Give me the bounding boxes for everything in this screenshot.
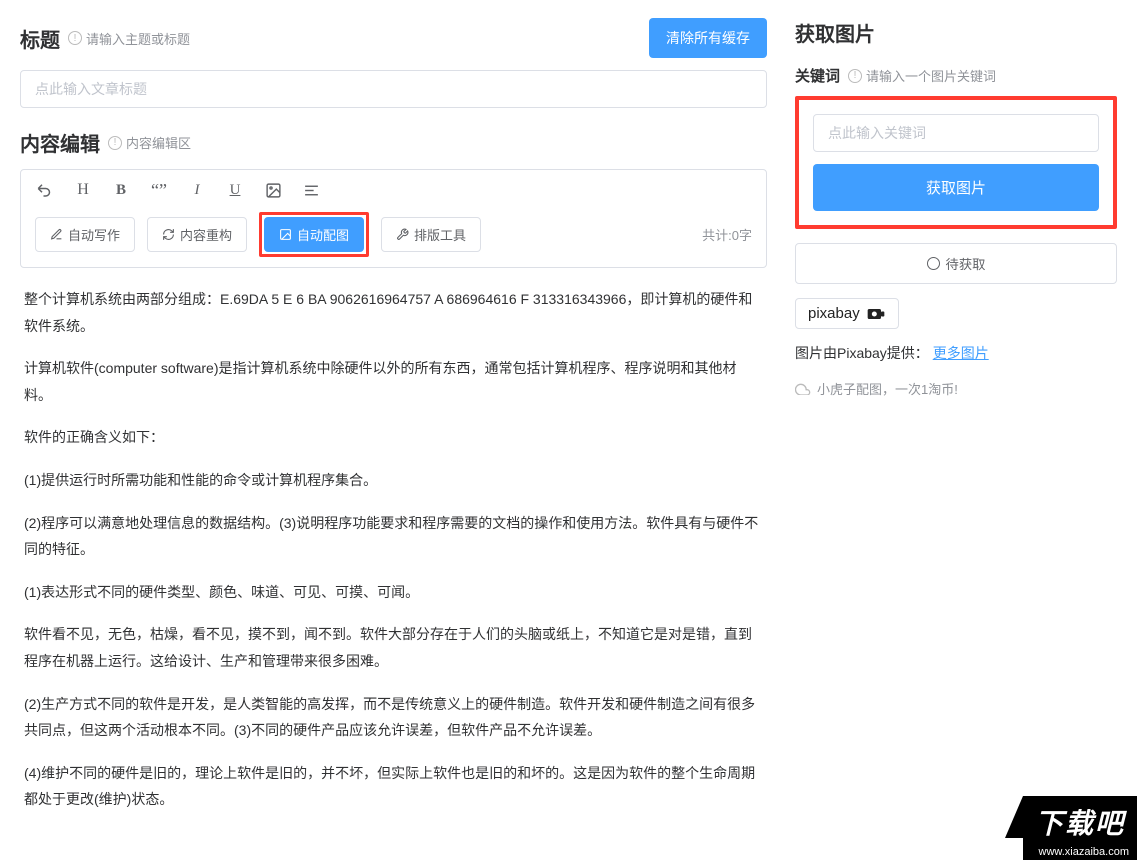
auto-image-button[interactable]: 自动配图 [264, 217, 364, 252]
restructure-button[interactable]: 内容重构 [147, 217, 247, 252]
bold-icon[interactable]: B [111, 180, 131, 200]
undo-icon[interactable] [35, 180, 55, 200]
editor-body[interactable]: 整个计算机系统由两部分组成：E.69DA 5 E 6 BA 9062616964… [20, 268, 767, 847]
align-icon[interactable] [301, 180, 321, 200]
fetch-image-button[interactable]: 获取图片 [813, 164, 1099, 211]
heading-icon[interactable]: H [73, 180, 93, 200]
info-icon: ! [848, 69, 862, 83]
layout-tool-button[interactable]: 排版工具 [381, 217, 481, 252]
credit-line: 图片由Pixabay提供： 更多图片 [795, 343, 1117, 363]
keyword-highlight-box: 获取图片 [795, 96, 1117, 229]
keyword-hint: 请输入一个图片关键词 [866, 66, 996, 85]
quote-icon[interactable]: “” [149, 180, 169, 200]
italic-icon[interactable]: I [187, 180, 207, 200]
editor-toolbar: H B “” I U 自动写作 内容重构 [20, 169, 767, 268]
keyword-label-row: 关键词 ! 请输入一个图片关键词 [795, 65, 1117, 86]
word-count: 共计:0字 [702, 225, 752, 244]
camera-icon [866, 307, 886, 321]
sidebar-title: 获取图片 [795, 18, 1117, 47]
underline-icon[interactable]: U [225, 180, 245, 200]
keyword-label: 关键词 [795, 65, 840, 86]
paragraph: (2)程序可以满意地处理信息的数据结构。(3)说明程序功能要求和程序需要的文档的… [24, 510, 763, 563]
clear-cache-button[interactable]: 清除所有缓存 [649, 18, 767, 58]
article-title-input[interactable] [20, 70, 767, 108]
circle-icon [927, 257, 940, 270]
content-section-header: 内容编辑 ! 内容编辑区 [20, 128, 767, 157]
content-hint: 内容编辑区 [126, 133, 191, 152]
title-section-header: 标题 ! 请输入主题或标题 [20, 24, 190, 53]
title-label: 标题 [20, 24, 60, 53]
info-icon: ! [108, 136, 122, 150]
title-hint: 请输入主题或标题 [86, 29, 190, 48]
footer-note: 小虎子配图，一次1淘币! [795, 379, 1117, 398]
auto-write-button[interactable]: 自动写作 [35, 217, 135, 252]
paragraph: (1)表达形式不同的硬件类型、颜色、味道、可见、可摸、可闻。 [24, 579, 763, 606]
paragraph: 软件的正确含义如下： [24, 424, 763, 451]
paragraph: 软件看不见，无色，枯燥，看不见，摸不到，闻不到。软件大部分存在于人们的头脑或纸上… [24, 621, 763, 674]
info-icon: ! [68, 31, 82, 45]
paragraph: (2)生产方式不同的软件是开发，是人类智能的高发挥，而不是传统意义上的硬件制造。… [24, 691, 763, 744]
pixabay-badge: pixabay [795, 298, 899, 329]
wait-fetch-button[interactable]: 待获取 [795, 243, 1117, 284]
paragraph: 计算机软件(computer software)是指计算机系统中除硬件以外的所有… [24, 355, 763, 408]
content-label: 内容编辑 [20, 128, 100, 157]
keyword-input[interactable] [813, 114, 1099, 152]
cloud-icon [795, 383, 811, 395]
pixabay-text: pixabay [808, 305, 860, 322]
image-icon[interactable] [263, 180, 283, 200]
paragraph: (4)维护不同的硬件是旧的，理论上软件是旧的，并不坏，但实际上软件也是旧的和坏的… [24, 760, 763, 813]
paragraph: 整个计算机系统由两部分组成：E.69DA 5 E 6 BA 9062616964… [24, 286, 763, 339]
paragraph: (1)提供运行时所需功能和性能的命令或计算机程序集合。 [24, 467, 763, 494]
more-images-link[interactable]: 更多图片 [933, 345, 989, 361]
